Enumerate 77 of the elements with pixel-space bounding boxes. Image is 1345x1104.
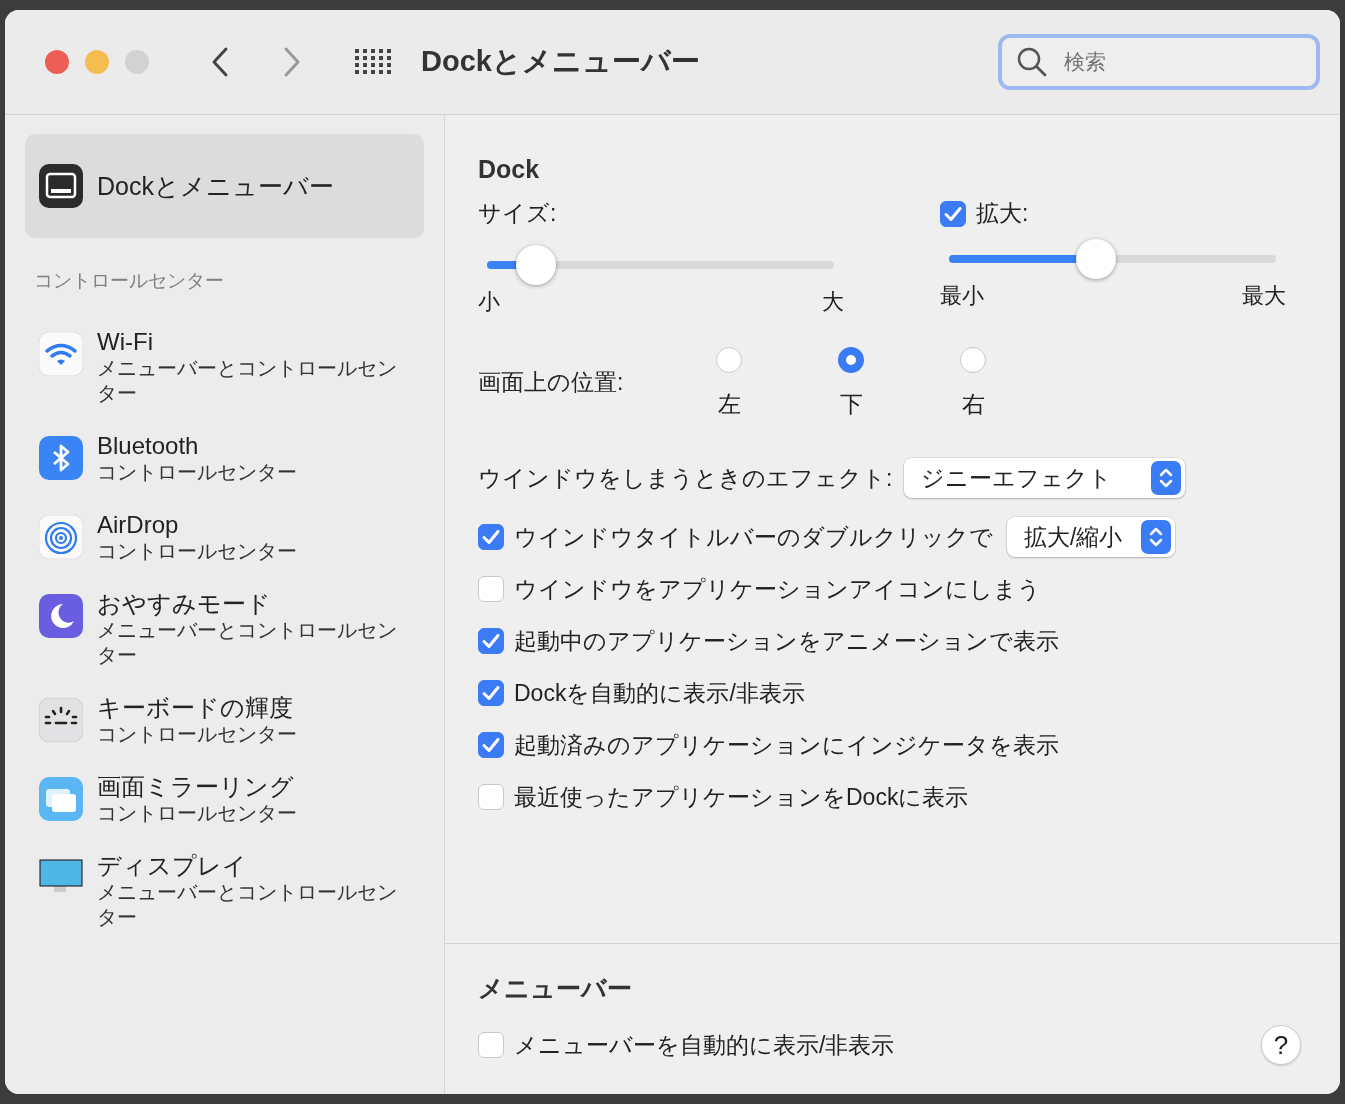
radio-button[interactable]	[838, 347, 864, 373]
sidebar-item[interactable]: おやすみモード メニューバーとコントロールセンター	[25, 590, 424, 668]
item-subtitle: コントロールセンター	[97, 460, 298, 485]
section-heading: メニューバー	[478, 973, 633, 1004]
item-title: Bluetooth	[97, 432, 200, 460]
sidebar-item[interactable]: AirDrop コントロールセンター	[25, 511, 424, 564]
sidebar-item[interactable]: 画面ミラーリング コントロールセンター	[25, 773, 424, 826]
effect-popup[interactable]: ジニーエフェクト	[904, 458, 1186, 498]
window-title: Dockとメニューバー	[421, 44, 700, 79]
minimize-button[interactable]	[85, 50, 109, 74]
item-title: ディスプレイ	[97, 852, 248, 880]
item-subtitle: コントロールセンター	[97, 722, 298, 747]
max-label: 最大	[1242, 282, 1286, 310]
checkbox-label: ウインドウタイトルバーのダブルクリックで	[514, 522, 993, 552]
item-title: AirDrop	[97, 511, 180, 539]
max-label: 大	[822, 288, 844, 316]
keyboard-brightness-icon	[39, 698, 83, 742]
radio-label: 左	[717, 390, 741, 419]
item-subtitle: メニューバーとコントロールセンター	[97, 880, 398, 930]
min-label: 小	[478, 288, 500, 316]
checkbox[interactable]	[478, 628, 504, 654]
slider-thumb[interactable]	[515, 245, 556, 285]
sidebar-item[interactable]: ディスプレイ メニューバーとコントロールセンター	[25, 852, 424, 930]
item-subtitle: コントロールセンター	[97, 539, 298, 564]
checkbox-label: 起動済みのアプリケーションにインジケータを表示	[514, 730, 1059, 760]
help-button[interactable]: ?	[1261, 1025, 1301, 1065]
radio-label: 右	[961, 390, 985, 419]
stepper-icon	[1141, 520, 1171, 554]
sidebar-item[interactable]: Bluetooth コントロールセンター	[25, 432, 424, 485]
item-title: 画面ミラーリング	[97, 773, 295, 801]
moon-icon	[39, 594, 83, 638]
effect-label: ウインドウをしまうときのエフェクト:	[478, 463, 893, 493]
magnification-label: 拡大:	[976, 199, 1029, 228]
stepper-icon	[1151, 461, 1182, 495]
section-heading: Dock	[478, 155, 541, 184]
checkbox-label: Dockを自動的に表示/非表示	[514, 678, 805, 708]
radio-button[interactable]	[716, 347, 742, 373]
item-subtitle: コントロールセンター	[97, 801, 298, 826]
radio-label: 下	[839, 390, 863, 419]
sidebar-item[interactable]: キーボードの輝度 コントロールセンター	[25, 694, 424, 747]
search-field[interactable]: 検索	[998, 34, 1320, 90]
checkbox-label: 起動中のアプリケーションをアニメーションで表示	[514, 626, 1059, 656]
sidebar-item[interactable]: Wi-Fi メニューバーとコントロールセンター	[25, 328, 424, 406]
grid-icon[interactable]	[355, 49, 391, 75]
position-label: 画面上の位置:	[478, 368, 625, 397]
slider-thumb[interactable]	[1076, 239, 1117, 279]
item-subtitle: メニューバーとコントロールセンター	[97, 356, 398, 406]
checkbox[interactable]	[478, 1032, 504, 1058]
bluetooth-icon	[39, 436, 83, 480]
item-subtitle: メニューバーとコントロールセンター	[97, 618, 398, 668]
size-label: サイズ:	[478, 199, 558, 228]
search-icon	[1016, 46, 1048, 78]
checkbox[interactable]	[478, 784, 504, 810]
item-title: Wi-Fi	[97, 328, 154, 356]
checkbox[interactable]	[478, 524, 504, 550]
wifi-icon	[39, 332, 83, 376]
size-slider[interactable]	[487, 245, 834, 285]
zoom-button[interactable]	[125, 50, 149, 74]
item-title: おやすみモード	[97, 590, 272, 618]
min-label: 最小	[940, 282, 984, 310]
checkbox[interactable]	[478, 732, 504, 758]
double-click-popup[interactable]: 拡大/縮小	[1007, 517, 1175, 557]
radio-button[interactable]	[960, 347, 986, 373]
airdrop-icon	[39, 515, 83, 559]
checkbox-label: ウインドウをアプリケーションアイコンにしまう	[514, 574, 1041, 604]
section-label: コントロールセンター	[34, 269, 225, 293]
close-button[interactable]	[45, 50, 69, 74]
sidebar-item[interactable]: Dockとメニューバー	[25, 134, 424, 238]
two-windows-icon	[39, 777, 83, 821]
checkbox-label: メニューバーを自動的に表示/非表示	[514, 1030, 895, 1060]
magnification-slider[interactable]	[949, 239, 1276, 279]
dock-window-icon	[39, 164, 83, 208]
checkbox-label: 最近使ったアプリケーションをDockに表示	[514, 782, 969, 812]
checkbox[interactable]	[478, 680, 504, 706]
checkbox[interactable]	[940, 200, 966, 227]
checkbox[interactable]	[478, 576, 504, 602]
item-title: キーボードの輝度	[97, 694, 294, 722]
